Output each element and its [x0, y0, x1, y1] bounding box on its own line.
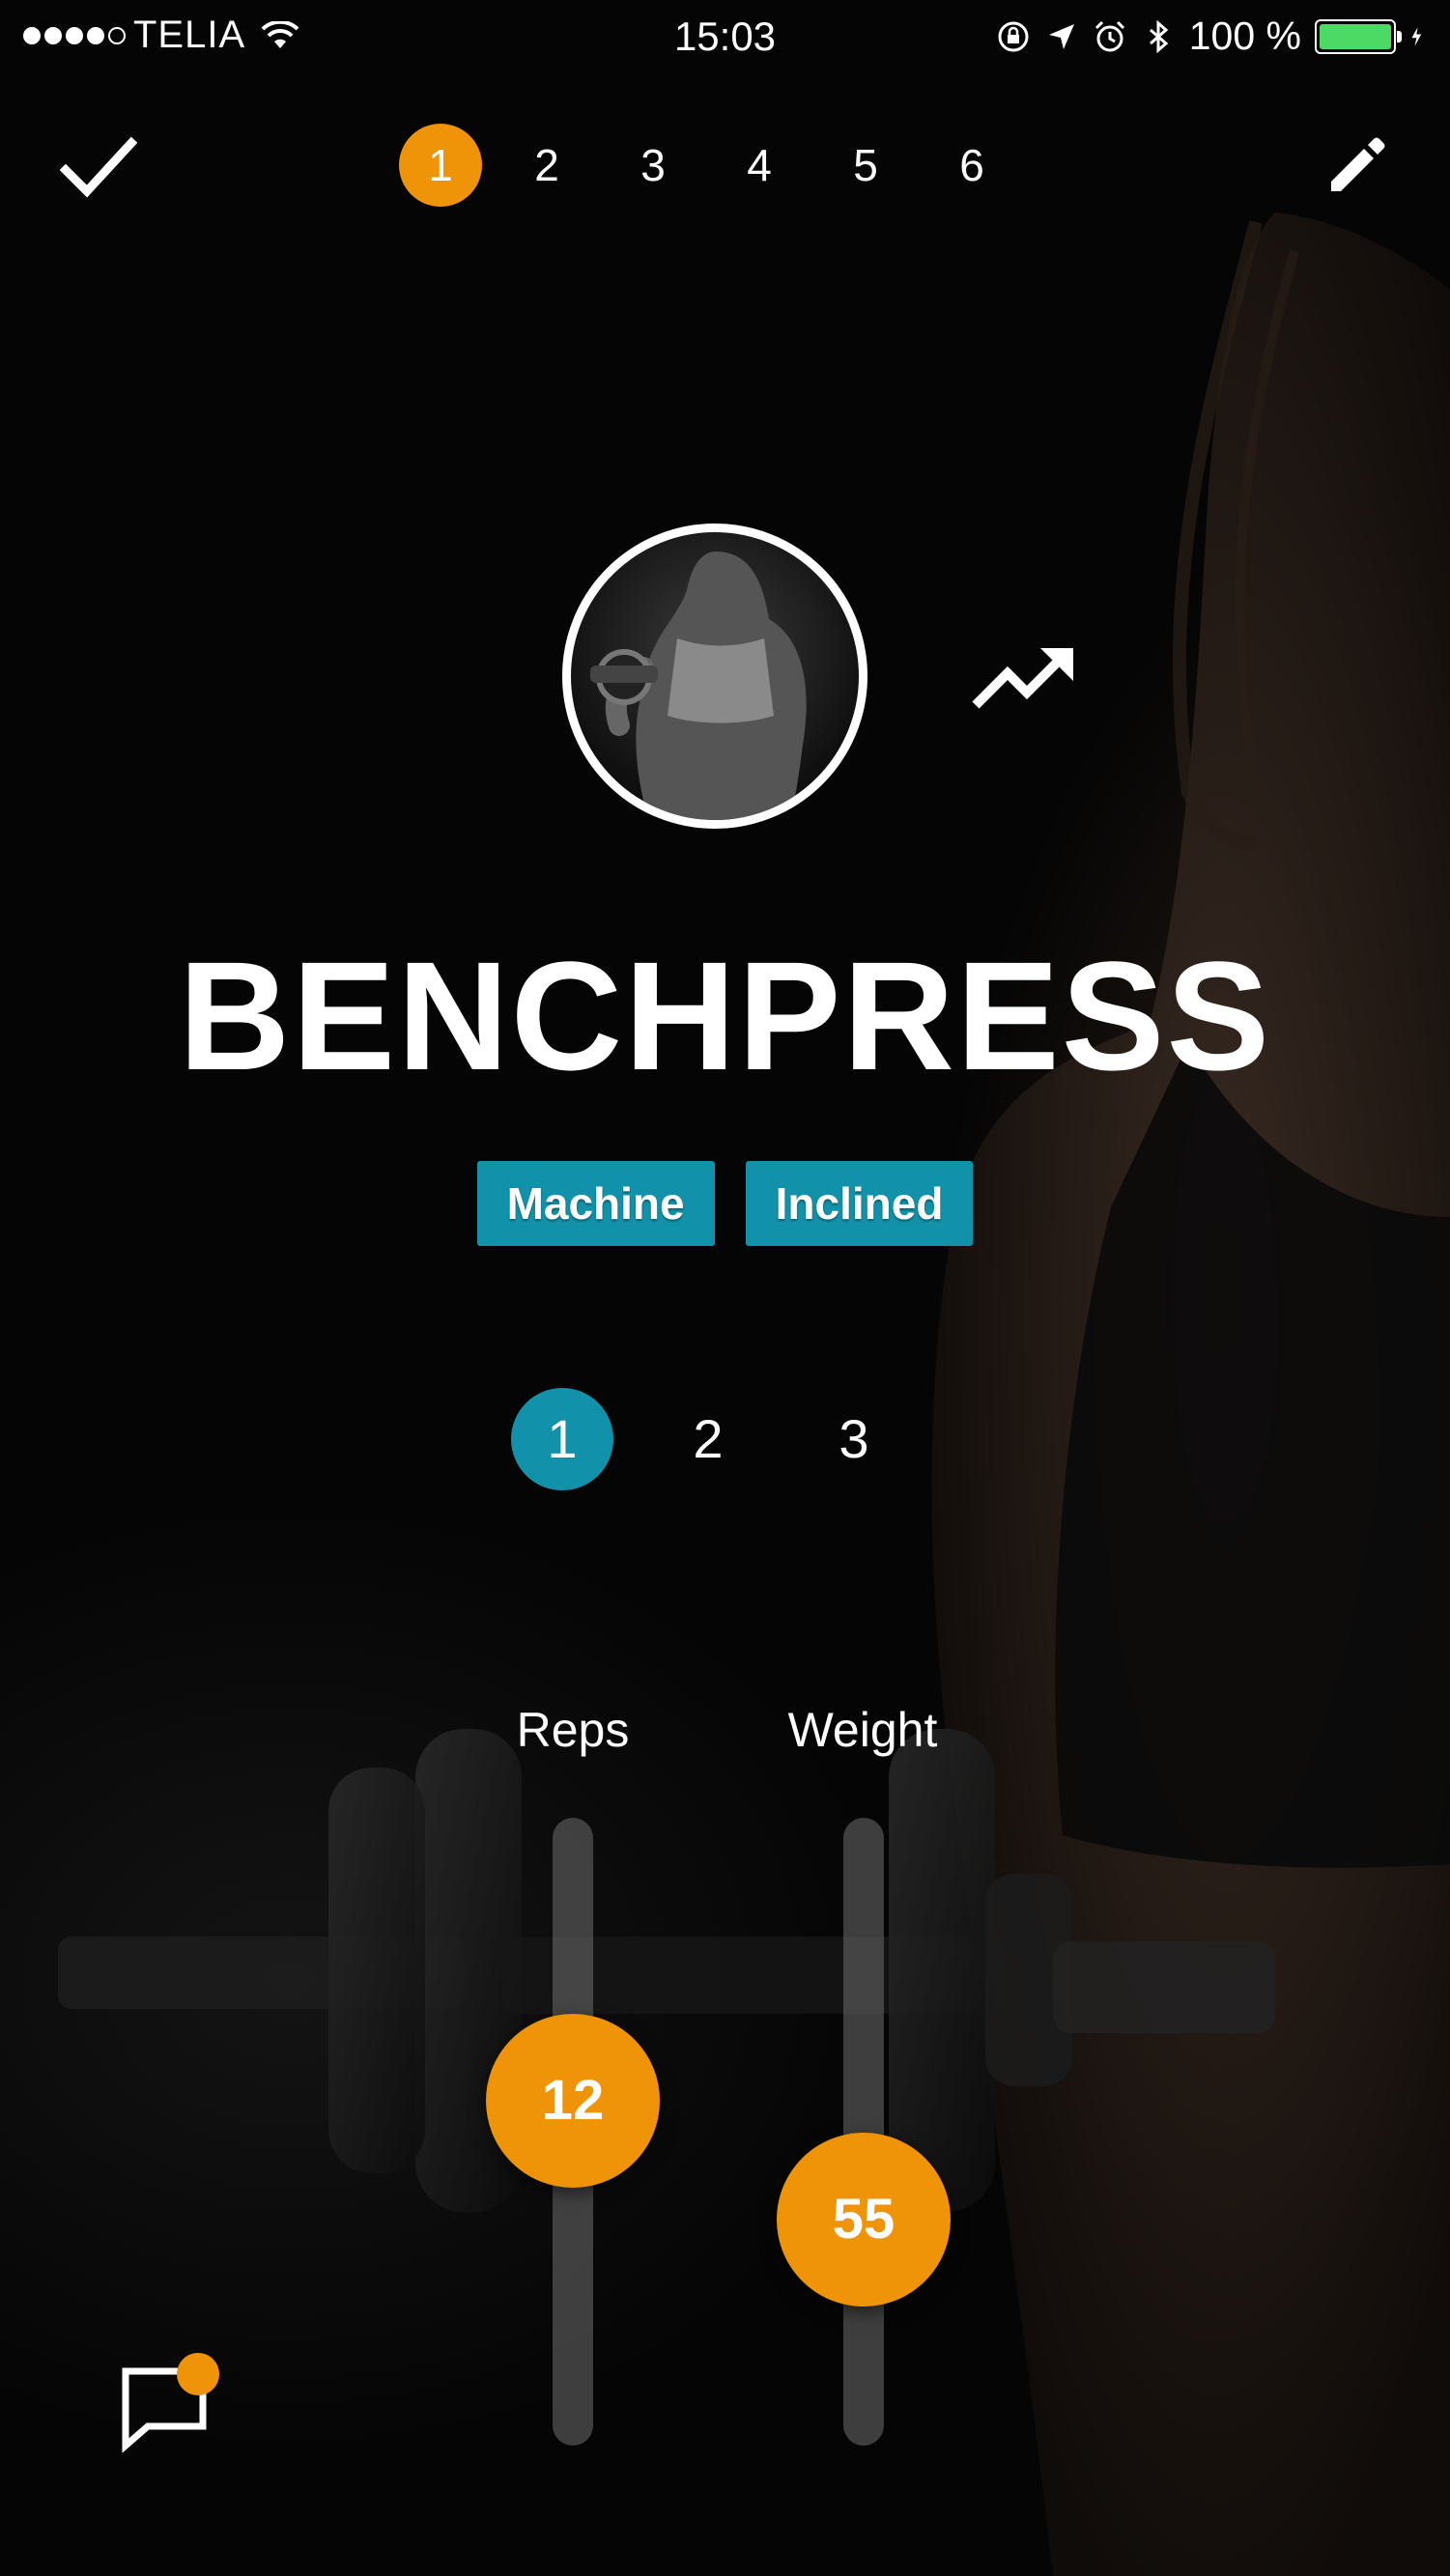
weight-slider-track[interactable] [843, 1818, 884, 2446]
pencil-icon[interactable] [1325, 133, 1389, 197]
battery-icon [1315, 18, 1402, 54]
exercise-tags: Machine Inclined [0, 1161, 1450, 1246]
exercise-step-6[interactable]: 6 [930, 124, 1013, 207]
status-bar: TELIA 15:03 100 % [0, 0, 1450, 70]
battery-percent: 100 % [1188, 14, 1301, 58]
exercise-step-indicator: 123456 [0, 124, 1450, 211]
set-selector: 123 [0, 1388, 1450, 1490]
set-3[interactable]: 3 [803, 1388, 905, 1490]
exercise-step-4[interactable]: 4 [718, 124, 801, 207]
location-icon [1048, 23, 1074, 49]
exercise-step-1[interactable]: 1 [399, 124, 482, 207]
reps-label: Reps [516, 1703, 630, 1757]
set-2[interactable]: 2 [657, 1388, 759, 1490]
alarm-icon [1095, 20, 1124, 51]
rotation-lock-icon [998, 21, 1029, 51]
exercise-title: BENCHPRESS [178, 929, 1272, 1102]
reps-slider-knob[interactable]: 12 [486, 2013, 660, 2188]
weight-label: Weight [787, 1703, 938, 1757]
charging-icon [1411, 26, 1422, 46]
bluetooth-icon [1149, 19, 1169, 53]
exercise-step-5[interactable]: 5 [824, 124, 907, 207]
exercise-step-2[interactable]: 2 [505, 124, 588, 207]
exercise-photo [562, 524, 867, 829]
workout-screen: TELIA 15:03 100 % 1 2 3 4 5 6 BENCHPRESS… [0, 0, 1450, 2576]
exercise-step-3[interactable]: 3 [611, 124, 695, 207]
background-photo [58, 212, 1450, 2576]
tag-inclined[interactable]: Inclined [745, 1161, 974, 1246]
unread-badge [177, 2353, 219, 2395]
set-1[interactable]: 1 [511, 1388, 613, 1490]
weight-slider-knob[interactable]: 55 [777, 2133, 951, 2307]
trending-up-icon[interactable] [971, 642, 1077, 715]
tag-machine[interactable]: Machine [476, 1161, 715, 1246]
status-right: 100 % [996, 14, 1431, 59]
